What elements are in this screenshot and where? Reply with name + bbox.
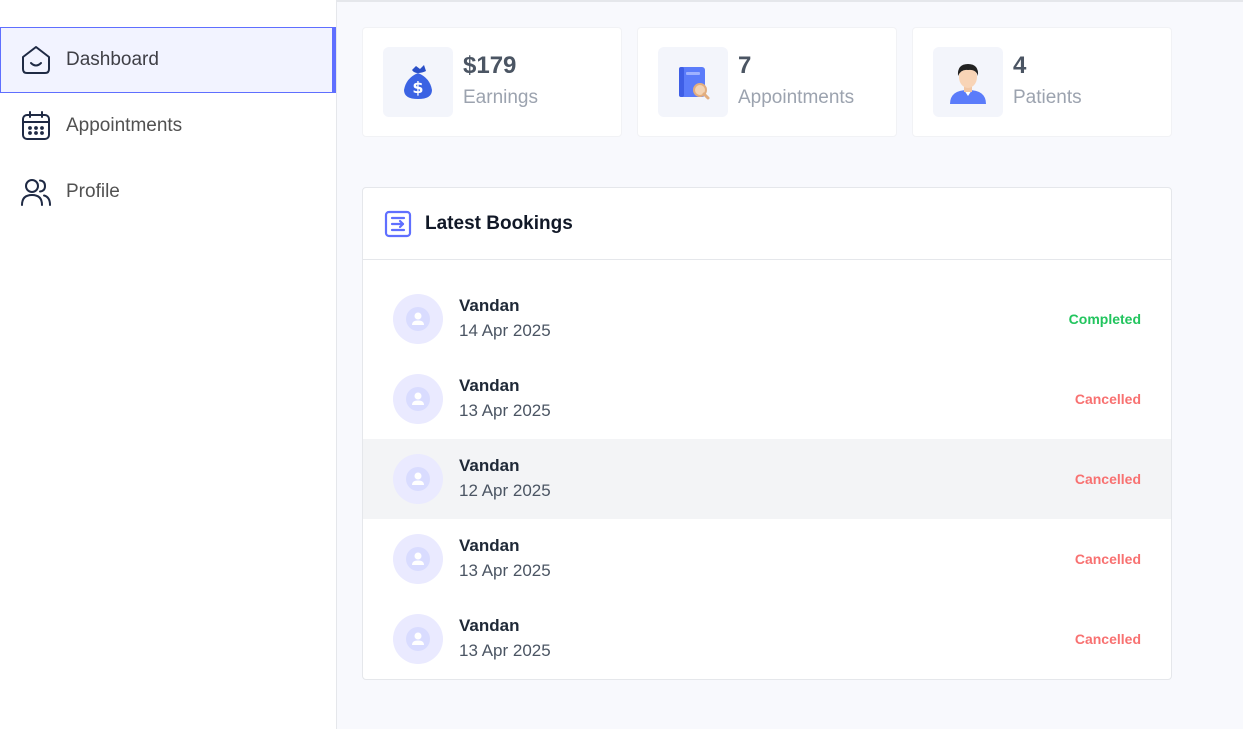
table-row[interactable]: Vandan 12 Apr 2025 Cancelled	[363, 439, 1171, 519]
row-info: Vandan 13 Apr 2025	[459, 535, 1075, 583]
status-badge: Cancelled	[1074, 391, 1141, 407]
booking-date: 13 Apr 2025	[459, 561, 551, 580]
booking-date: 14 Apr 2025	[459, 321, 551, 340]
sidebar-item-profile[interactable]: Profile	[0, 159, 336, 225]
latest-bookings-panel: Latest Bookings Vandan 14 Apr 2025 Compl…	[362, 187, 1172, 680]
status-badge: Cancelled	[1074, 631, 1141, 647]
sidebar-item-label: Appointments	[66, 115, 183, 136]
table-row[interactable]: Vandan 14 Apr 2025 Completed	[363, 279, 1171, 359]
book-search-icon	[658, 47, 728, 117]
sidebar-nav: Dashboard Appointments Profile	[0, 27, 336, 225]
sidebar-item-label: Profile	[66, 181, 120, 202]
avatar	[393, 374, 443, 424]
svg-text:$: $	[412, 78, 423, 97]
patient-name: Vandan	[459, 616, 520, 635]
stat-value: 7	[738, 52, 752, 79]
avatar	[393, 294, 443, 344]
patient-name: Vandan	[459, 536, 520, 555]
stat-label: Appointments	[738, 87, 855, 108]
avatar	[393, 454, 443, 504]
stat-text: 7 Appointments	[738, 52, 854, 112]
booking-date: 12 Apr 2025	[459, 481, 551, 500]
booking-date: 13 Apr 2025	[459, 641, 551, 660]
row-info: Vandan 13 Apr 2025	[459, 375, 1075, 423]
table-row[interactable]: Vandan 13 Apr 2025 Cancelled	[363, 599, 1171, 679]
stat-card-earnings[interactable]: $ $179 Earnings	[362, 27, 622, 137]
status-badge: Cancelled	[1074, 551, 1141, 567]
stat-card-patients[interactable]: 4 Patients	[912, 27, 1172, 137]
stat-card-appointments[interactable]: 7 Appointments	[637, 27, 897, 137]
table-row[interactable]: Vandan 13 Apr 2025 Cancelled	[363, 359, 1171, 439]
row-info: Vandan 13 Apr 2025	[459, 615, 1075, 663]
people-icon	[20, 176, 52, 208]
row-info: Vandan 14 Apr 2025	[459, 295, 1069, 343]
calendar-icon	[20, 110, 52, 142]
panel-header: Latest Bookings	[363, 188, 1171, 260]
booking-date: 13 Apr 2025	[459, 401, 551, 420]
patient-name: Vandan	[459, 296, 520, 315]
status-badge: Completed	[1068, 311, 1141, 327]
patient-icon	[933, 47, 1003, 117]
stat-text: 4 Patients	[1013, 52, 1082, 112]
avatar	[393, 534, 443, 584]
home-icon	[20, 44, 52, 76]
app-root: Dashboard Appointments Profile $ $179 Ea…	[0, 0, 1243, 729]
patient-name: Vandan	[459, 456, 520, 475]
money-bag-icon: $	[383, 47, 453, 117]
stat-label: Patients	[1013, 87, 1082, 108]
stat-label: Earnings	[463, 87, 538, 108]
stats-cards: $ $179 Earnings 7 Appointments 4 Patient…	[362, 27, 1172, 137]
stat-text: $179 Earnings	[463, 52, 538, 112]
sidebar-item-dashboard[interactable]: Dashboard	[0, 27, 336, 93]
patient-name: Vandan	[459, 376, 520, 395]
status-badge: Cancelled	[1074, 471, 1141, 487]
sidebar: Dashboard Appointments Profile	[0, 0, 337, 729]
sidebar-item-appointments[interactable]: Appointments	[0, 93, 336, 159]
list-icon	[383, 209, 413, 239]
avatar	[393, 614, 443, 664]
stat-value: $179	[463, 52, 517, 79]
row-info: Vandan 12 Apr 2025	[459, 455, 1075, 503]
sidebar-item-label: Dashboard	[66, 49, 159, 70]
panel-title: Latest Bookings	[425, 212, 573, 234]
stat-value: 4	[1013, 52, 1027, 79]
table-row[interactable]: Vandan 13 Apr 2025 Cancelled	[363, 519, 1171, 599]
bookings-list: Vandan 14 Apr 2025 Completed Vandan 13 A…	[363, 279, 1171, 679]
